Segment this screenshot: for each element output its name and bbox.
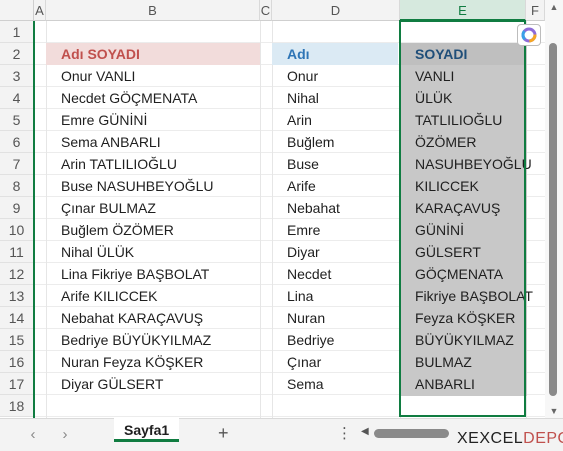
row-header[interactable]: 18: [0, 395, 34, 417]
cell-first-name[interactable]: Necdet: [272, 263, 398, 285]
scroll-down-icon[interactable]: ▼: [548, 406, 560, 416]
cell-first-name[interactable]: Diyar: [272, 241, 398, 263]
row-header[interactable]: 9: [0, 197, 34, 219]
row-header[interactable]: 15: [0, 329, 34, 351]
row-header[interactable]: 11: [0, 241, 34, 263]
column-gridline: [260, 21, 261, 418]
row-header[interactable]: 16: [0, 351, 34, 373]
header-first-name[interactable]: Adı: [272, 43, 398, 65]
cell-first-name[interactable]: Nihal: [272, 87, 398, 109]
spreadsheet-grid[interactable]: A B C D E F 1 2 3 4 5 6 7 8 9 10 11 12 13 14 15 16 17 18 …: [0, 0, 563, 418]
add-sheet-button[interactable]: +: [218, 423, 229, 444]
column-header-a[interactable]: A: [34, 0, 46, 21]
cell-full-name[interactable]: Diyar GÜLSERT: [46, 373, 260, 395]
cell-first-name[interactable]: Buse: [272, 153, 398, 175]
column-header-d[interactable]: D: [272, 0, 400, 21]
select-all-corner[interactable]: [0, 0, 34, 21]
logo-accent-text: DEPO: [523, 430, 563, 447]
cell-full-name[interactable]: Nihal ÜLÜK: [46, 241, 260, 263]
row-header[interactable]: 7: [0, 153, 34, 175]
cell-full-name[interactable]: Nuran Feyza KÖŞKER: [46, 351, 260, 373]
column-header-f[interactable]: F: [526, 0, 545, 21]
cell-full-name[interactable]: Onur VANLI: [46, 65, 260, 87]
vertical-scroll-thumb[interactable]: [549, 43, 557, 396]
row-header[interactable]: 2: [0, 43, 34, 65]
cell-first-name[interactable]: Nebahat: [272, 197, 398, 219]
cell-first-name[interactable]: Emre: [272, 219, 398, 241]
cell-first-name[interactable]: Arin: [272, 109, 398, 131]
cell-first-name[interactable]: Lina: [272, 285, 398, 307]
column-header-e[interactable]: E: [400, 0, 526, 21]
row-header[interactable]: 14: [0, 307, 34, 329]
cell-first-name[interactable]: Bedriye: [272, 329, 398, 351]
scroll-left-icon[interactable]: ◀: [361, 426, 369, 437]
row-header[interactable]: 12: [0, 263, 34, 285]
cell-first-name[interactable]: Sema: [272, 373, 398, 395]
cell-full-name[interactable]: Sema ANBARLI: [46, 131, 260, 153]
cell-full-name[interactable]: Emre GÜNİNİ: [46, 109, 260, 131]
row-header[interactable]: 13: [0, 285, 34, 307]
cell-first-name[interactable]: Nuran: [272, 307, 398, 329]
logo-mark: X: [457, 430, 469, 447]
horizontal-scroll-thumb[interactable]: [374, 429, 449, 438]
row-header[interactable]: 4: [0, 87, 34, 109]
cell-first-name[interactable]: Onur: [272, 65, 398, 87]
selection-border: [399, 20, 526, 417]
row-header[interactable]: 6: [0, 131, 34, 153]
row-header[interactable]: 10: [0, 219, 34, 241]
sheet-menu-icon[interactable]: ⋮: [337, 424, 352, 442]
prev-sheet-icon[interactable]: ‹: [26, 426, 40, 443]
row-header[interactable]: 5: [0, 109, 34, 131]
cell-full-name[interactable]: Arife KILICCEK: [46, 285, 260, 307]
copilot-icon: [521, 27, 537, 43]
scroll-up-icon[interactable]: ▲: [548, 2, 560, 12]
header-full-name[interactable]: Adı SOYADI: [46, 43, 260, 65]
row-header[interactable]: 8: [0, 175, 34, 197]
copilot-button[interactable]: [517, 24, 541, 46]
cell-first-name[interactable]: Çınar: [272, 351, 398, 373]
cell-full-name[interactable]: Buse NASUHBEYOĞLU: [46, 175, 260, 197]
row-header[interactable]: 1: [0, 21, 34, 43]
cell-full-name[interactable]: Nebahat KARAÇAVUŞ: [46, 307, 260, 329]
cell-full-name[interactable]: Bedriye BÜYÜKYILMAZ: [46, 329, 260, 351]
column-header-b[interactable]: B: [46, 0, 260, 21]
cell-full-name[interactable]: Arin TATLILIOĞLU: [46, 153, 260, 175]
column-header-c[interactable]: C: [260, 0, 272, 21]
cell-full-name[interactable]: Buğlem ÖZÖMER: [46, 219, 260, 241]
sheet-tab-sayfa1[interactable]: Sayfa1: [114, 418, 180, 442]
cell-first-name[interactable]: Arife: [272, 175, 398, 197]
cell-full-name[interactable]: Çınar BULMAZ: [46, 197, 260, 219]
logo-text: EXCEL: [468, 430, 524, 447]
cell-full-name[interactable]: Lina Fikriye BAŞBOLAT: [46, 263, 260, 285]
excel-depo-logo: XEXCELDEPO: [457, 430, 563, 448]
active-column-indicator: [33, 21, 35, 418]
cell-first-name[interactable]: Buğlem: [272, 131, 398, 153]
row-header[interactable]: 17: [0, 373, 34, 395]
next-sheet-icon[interactable]: ›: [58, 426, 72, 443]
row-header[interactable]: 3: [0, 65, 34, 87]
cell-full-name[interactable]: Necdet GÖÇMENATA: [46, 87, 260, 109]
